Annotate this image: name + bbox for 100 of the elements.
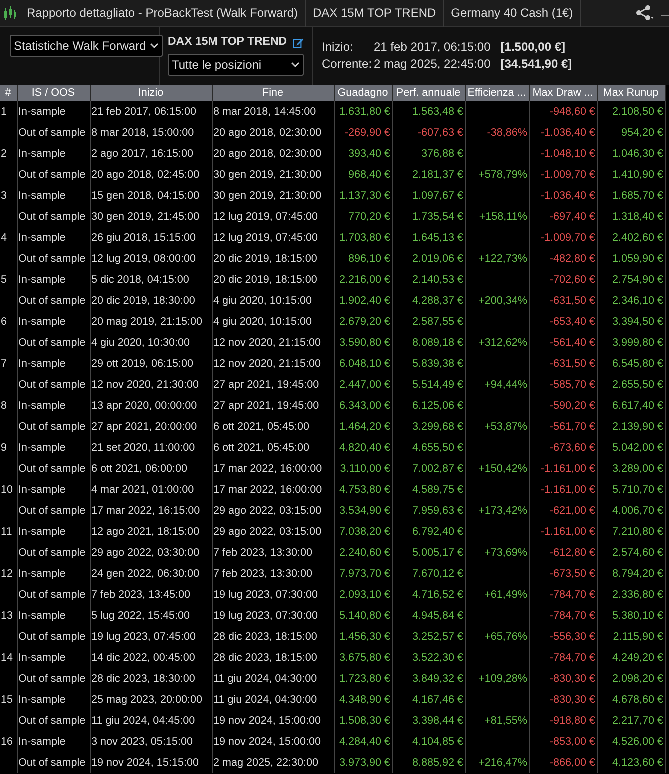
table-cell: 4.589,75 € — [392, 479, 465, 500]
table-cell: 8 mar 2018, 15:00:00 — [90, 122, 212, 143]
table-cell: 6 ott 2021, 05:45:00 — [212, 437, 334, 458]
table-cell: -621,00 € — [529, 500, 597, 521]
table-cell: 1.723,80 € — [334, 668, 392, 689]
table-cell: 11 giu 2024, 04:30:00 — [212, 689, 334, 710]
table-cell: -1.009,70 € — [529, 164, 597, 185]
table-cell: 393,40 € — [334, 143, 392, 164]
table-cell: 3.289,00 € — [597, 458, 665, 479]
table-cell: 2 mag 2025, 22:30:00 — [212, 752, 334, 773]
table-cell: -556,30 € — [529, 626, 597, 647]
table-cell: -866,00 € — [529, 752, 597, 773]
table-cell: -702,60 € — [529, 269, 597, 290]
table-cell: 20 dic 2019, 18:15:00 — [212, 269, 334, 290]
table-cell: 20 ago 2018, 02:45:00 — [90, 164, 212, 185]
table-cell: 2.216,00 € — [334, 269, 392, 290]
table-cell: 3.522,30 € — [392, 647, 465, 668]
table-cell: -830,30 € — [529, 668, 597, 689]
table-cell: 16 — [0, 731, 17, 752]
table-cell: Out of sample — [17, 458, 90, 479]
table-cell: -1.161,00 € — [529, 521, 597, 542]
table-cell: 4 giu 2020, 10:15:00 — [212, 311, 334, 332]
table-cell: Out of sample — [17, 710, 90, 731]
table-cell: In-sample — [17, 689, 90, 710]
table-cell: 28 dic 2023, 18:30:00 — [90, 668, 212, 689]
table-cell: Out of sample — [17, 122, 90, 143]
table-cell: 3.675,80 € — [334, 647, 392, 668]
table-cell: 1.410,90 € — [597, 164, 665, 185]
table-cell: 12 nov 2020, 21:15:00 — [212, 353, 334, 374]
table-cell: 6.792,40 € — [392, 521, 465, 542]
column-header[interactable]: Guadagno — [334, 85, 392, 101]
table-cell: 2.140,53 € — [392, 269, 465, 290]
table-cell: 770,20 € — [334, 206, 392, 227]
table-cell: 896,10 € — [334, 248, 392, 269]
table-cell: -653,40 € — [529, 311, 597, 332]
table-cell: 27 apr 2021, 20:00:00 — [90, 416, 212, 437]
table-cell: 1.563,48 € — [392, 101, 465, 122]
caret-icon — [150, 43, 160, 49]
table-cell: 7 feb 2023, 13:30:00 — [212, 563, 334, 584]
table-cell: In-sample — [17, 563, 90, 584]
table-cell: -631,50 € — [529, 353, 597, 374]
column-header[interactable]: Efficienza ... — [465, 85, 529, 101]
table-cell: Out of sample — [17, 332, 90, 353]
table-cell: 13 apr 2020, 00:00:00 — [90, 395, 212, 416]
table-cell: 12 lug 2019, 08:00:00 — [90, 248, 212, 269]
table-cell: 2.098,20 € — [597, 668, 665, 689]
positions-dropdown[interactable]: Tutte le posizioni — [168, 54, 304, 76]
table-cell: In-sample — [17, 353, 90, 374]
table-cell: 1.059,90 € — [597, 248, 665, 269]
table-cell: 19 lug 2023, 07:30:00 — [212, 605, 334, 626]
table-cell: 2.181,37 € — [392, 164, 465, 185]
column-header[interactable]: IS / OOS — [17, 85, 90, 101]
table-cell: +73,69% — [465, 542, 529, 563]
table-cell: 2 ago 2017, 16:15:00 — [90, 143, 212, 164]
table-cell: 3 — [0, 185, 17, 206]
table-cell: 1.685,70 € — [597, 185, 665, 206]
table-cell: 3.590,80 € — [334, 332, 392, 353]
table-cell: 2.655,50 € — [597, 374, 665, 395]
table-cell: Out of sample — [17, 248, 90, 269]
table-cell: 1.456,30 € — [334, 626, 392, 647]
table-cell: 3.110,00 € — [334, 458, 392, 479]
table-cell: 3.394,50 € — [597, 311, 665, 332]
table-cell: 6.048,10 € — [334, 353, 392, 374]
table-cell: 19 lug 2023, 07:45:00 — [90, 626, 212, 647]
table-cell: 1.097,67 € — [392, 185, 465, 206]
table-cell: Out of sample — [17, 752, 90, 773]
table-cell: 3.973,90 € — [334, 752, 392, 773]
table-cell: 29 ago 2022, 03:30:00 — [90, 542, 212, 563]
table-cell: 2.115,90 € — [597, 626, 665, 647]
column-header[interactable]: Perf. annuale — [392, 85, 465, 101]
table-cell: 1.645,13 € — [392, 227, 465, 248]
table-cell: 2.754,90 € — [597, 269, 665, 290]
column-header[interactable]: # — [0, 85, 17, 101]
column-header[interactable]: Max Draw ... — [529, 85, 597, 101]
column-header[interactable]: Fine — [212, 85, 334, 101]
table-cell: 20 ago 2018, 02:30:00 — [212, 122, 334, 143]
column-header[interactable]: Inizio — [90, 85, 212, 101]
table-cell: 3.849,32 € — [392, 668, 465, 689]
table-cell: -673,60 € — [529, 437, 597, 458]
table-cell: In-sample — [17, 101, 90, 122]
table-cell: Out of sample — [17, 164, 90, 185]
report-dropdown[interactable]: Statistiche Walk Forward — [10, 35, 164, 57]
table-cell: In-sample — [17, 647, 90, 668]
table-cell: In-sample — [17, 437, 90, 458]
table-cell: 9 — [0, 437, 17, 458]
table-cell: 7 feb 2023, 13:30:00 — [212, 542, 334, 563]
table-cell: 8 mar 2018, 14:45:00 — [212, 101, 334, 122]
table-cell: +94,44% — [465, 374, 529, 395]
table-cell: 4.678,60 € — [597, 689, 665, 710]
table-cell: In-sample — [17, 311, 90, 332]
table-cell: 12 — [0, 563, 17, 584]
table-cell: 5 dic 2018, 04:15:00 — [90, 269, 212, 290]
table-cell: 6 ott 2021, 05:45:00 — [212, 416, 334, 437]
table-cell: 8.794,20 € — [597, 563, 665, 584]
column-header[interactable]: Max Runup — [597, 85, 665, 101]
table-cell: In-sample — [17, 605, 90, 626]
table-cell: -607,63 € — [392, 122, 465, 143]
table-cell: +216,47% — [465, 752, 529, 773]
table-cell: +200,34% — [465, 290, 529, 311]
share-icon[interactable] — [635, 5, 655, 21]
